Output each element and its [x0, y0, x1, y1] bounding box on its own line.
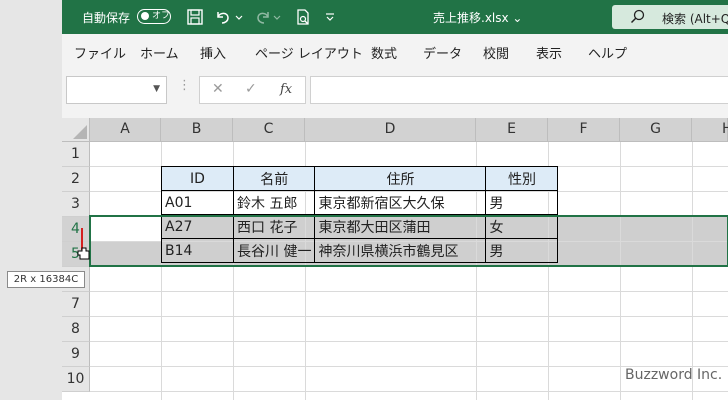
gridline [90, 291, 728, 292]
toggle-knob [141, 12, 149, 20]
table-cell[interactable]: 東京都新宿区大久保 [314, 190, 487, 215]
title-bar: 自動保存 オフ 売上推移.xlsx ⌄ 検索 (Alt+Q) [62, 0, 728, 34]
column-header-b[interactable]: B [161, 118, 233, 142]
formula-buttons: ✕ ✓ fx [199, 76, 306, 104]
gridline [90, 391, 728, 392]
row-header-10[interactable]: 10 [62, 367, 90, 392]
gridline [90, 341, 728, 342]
cancel-icon[interactable]: ✕ [212, 81, 224, 97]
row-header-7[interactable]: 7 [62, 292, 90, 317]
row-header-3[interactable]: 3 [62, 192, 90, 217]
tab-review[interactable]: 校閲 [483, 43, 509, 62]
save-icon[interactable] [186, 8, 204, 26]
table-header-row: ID 名前 住所 性別 [161, 166, 559, 191]
row-header-9[interactable]: 9 [62, 342, 90, 367]
select-all-button[interactable] [62, 118, 90, 142]
table-cell[interactable]: 鈴木 五郎 [232, 190, 316, 215]
formula-bar-grip[interactable]: ⋮ [178, 78, 191, 93]
table-row: A01 鈴木 五郎 東京都新宿区大久保 男 [161, 190, 559, 215]
table-cell[interactable]: A01 [161, 190, 234, 215]
selection-border [89, 215, 728, 267]
tab-home[interactable]: ホーム [140, 43, 179, 62]
column-header-f[interactable]: F [548, 118, 620, 142]
row-select-cursor-icon [77, 228, 90, 260]
selection-size-tooltip: 2R x 16384C [7, 271, 85, 288]
redo-dropdown-icon[interactable] [272, 8, 282, 26]
tab-help[interactable]: ヘルプ [588, 43, 627, 62]
window-left-margin [0, 0, 62, 400]
row-header-2[interactable]: 2 [62, 167, 90, 192]
row-header-8[interactable]: 8 [62, 317, 90, 342]
gridline [90, 316, 728, 317]
autosave-toggle[interactable]: オフ [137, 9, 171, 24]
tab-insert[interactable]: 挿入 [200, 43, 226, 62]
tab-view[interactable]: 表示 [536, 43, 562, 62]
search-box[interactable]: 検索 (Alt+Q) [612, 5, 728, 29]
autosave-label: 自動保存 [82, 11, 131, 25]
print-preview-icon[interactable] [294, 8, 312, 26]
header-cell-id[interactable]: ID [161, 166, 234, 191]
undo-icon[interactable] [214, 8, 232, 26]
document-title[interactable]: 売上推移.xlsx ⌄ [433, 9, 522, 26]
insert-function-icon[interactable]: fx [280, 82, 292, 97]
watermark: Buzzword Inc. [625, 367, 723, 383]
search-icon [630, 9, 645, 24]
undo-dropdown-icon[interactable] [234, 8, 244, 26]
formula-input[interactable] [310, 76, 728, 104]
column-header-h[interactable]: H [692, 118, 728, 142]
name-box-dropdown-icon[interactable]: ▼ [153, 84, 160, 94]
column-header-c[interactable]: C [233, 118, 305, 142]
tab-file[interactable]: ファイル [74, 43, 126, 62]
formula-bar: ▼ ⋮ ✕ ✓ fx [62, 68, 728, 118]
ribbon-tabs: ファイル ホーム 挿入 ページ レイアウト 数式 データ 校閲 表示 ヘルプ [62, 34, 728, 68]
header-cell-address[interactable]: 住所 [314, 166, 487, 191]
column-header-e[interactable]: E [476, 118, 548, 142]
search-label: 検索 (Alt+Q) [662, 12, 728, 26]
enter-icon[interactable]: ✓ [245, 81, 257, 97]
tab-formulas[interactable]: 数式 [371, 43, 397, 62]
column-header-g[interactable]: G [620, 118, 692, 142]
gridline [692, 142, 693, 400]
gridline [620, 142, 621, 400]
name-box[interactable]: ▼ [66, 76, 167, 104]
table-cell[interactable]: 男 [485, 190, 559, 215]
autosave-toggle-label: オフ [152, 11, 171, 21]
tab-data[interactable]: データ [423, 43, 462, 62]
redo-icon[interactable] [254, 8, 272, 26]
row-header-1[interactable]: 1 [62, 142, 90, 167]
column-header-d[interactable]: D [305, 118, 476, 142]
header-cell-gender[interactable]: 性別 [485, 166, 559, 191]
column-header-a[interactable]: A [90, 118, 161, 142]
customize-toolbar-icon[interactable] [324, 8, 336, 26]
tab-page-layout[interactable]: ページ レイアウト [255, 43, 363, 62]
header-cell-name[interactable]: 名前 [232, 166, 316, 191]
